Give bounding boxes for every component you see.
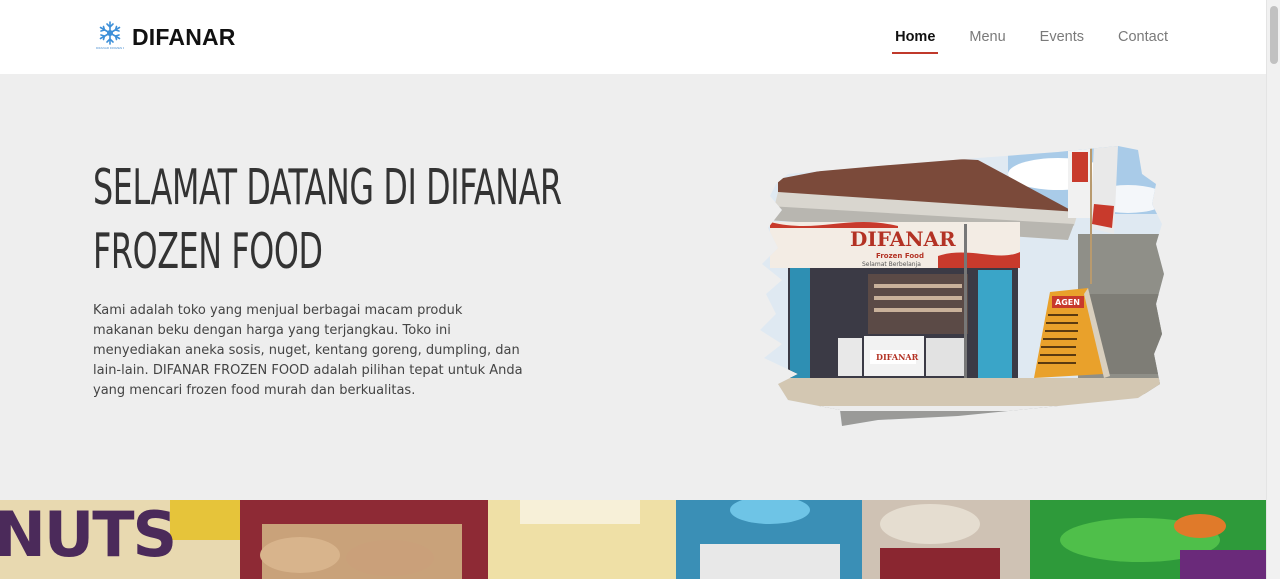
food-banner-strip xyxy=(0,500,1266,579)
hero-title-line-1: SELAMAT DATANG DI DIFANAR xyxy=(93,159,562,216)
page-scrollbar[interactable] xyxy=(1266,0,1280,579)
nav-home[interactable]: Home xyxy=(892,23,939,54)
package-text: NUTS xyxy=(0,498,177,571)
main-nav: Home Menu Events Contact xyxy=(864,0,1171,74)
nav-contact[interactable]: Contact xyxy=(1115,23,1171,51)
site-header: DIFANAR FROZEN FOOD DIFANAR Home Menu Ev… xyxy=(0,0,1266,74)
store-sign-text: DIFANAR xyxy=(850,227,956,251)
brand[interactable]: DIFANAR FROZEN FOOD DIFANAR xyxy=(96,19,236,55)
store-sign-tag: Selamat Berbelanja xyxy=(862,261,921,268)
page: DIFANAR FROZEN FOOD DIFANAR Home Menu Ev… xyxy=(0,0,1266,579)
frozen-food-products-image xyxy=(0,500,1266,579)
brand-logo: DIFANAR FROZEN FOOD xyxy=(96,20,124,54)
snowflake-icon xyxy=(99,21,121,45)
nav-events[interactable]: Events xyxy=(1037,23,1087,51)
brand-name: DIFANAR xyxy=(132,23,236,50)
scrollbar-thumb[interactable] xyxy=(1270,6,1278,64)
logo-caption: DIFANAR FROZEN FOOD xyxy=(96,46,124,50)
agen-banner-text: AGEN xyxy=(1055,298,1080,307)
nav-menu[interactable]: Menu xyxy=(966,23,1008,51)
hero-title-line-2: FROZEN FOOD xyxy=(93,223,323,280)
fridge-label: DIFANAR xyxy=(876,352,919,362)
hero-section: SELAMAT DATANG DI DIFANAR FROZEN FOOD Ka… xyxy=(0,74,1266,500)
hero-description: Kami adalah toko yang menjual berbagai m… xyxy=(93,303,523,398)
hero-title: SELAMAT DATANG DI DIFANAR FROZEN FOOD xyxy=(93,156,562,284)
store-photo: DIFANAR Frozen Food Selamat Berbelanja D… xyxy=(760,146,1164,426)
store-sign-sub: Frozen Food xyxy=(876,252,924,260)
